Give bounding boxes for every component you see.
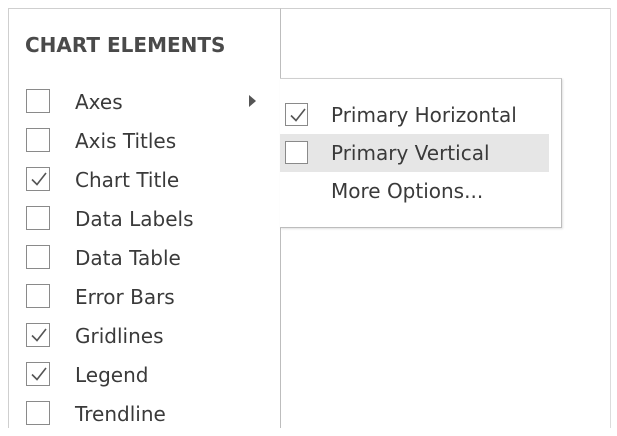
element-item-axis-titles[interactable]: Axis Titles xyxy=(9,121,281,160)
submenu-arrow-icon[interactable] xyxy=(249,94,256,107)
chart-elements-panel: CHART ELEMENTS Axes Axis Titles Chart Ti… xyxy=(8,8,281,428)
primary-horizontal-checkbox[interactable] xyxy=(285,103,308,126)
check-icon xyxy=(31,328,47,342)
element-item-chart-title[interactable]: Chart Title xyxy=(9,160,281,199)
axes-checkbox[interactable] xyxy=(26,88,50,113)
right-divider xyxy=(610,8,611,428)
element-item-legend[interactable]: Legend xyxy=(9,355,281,394)
element-item-data-table[interactable]: Data Table xyxy=(9,238,281,277)
element-item-error-bars[interactable]: Error Bars xyxy=(9,277,281,316)
element-item-label: Error Bars xyxy=(75,284,175,309)
top-divider xyxy=(281,8,610,9)
data-labels-checkbox[interactable] xyxy=(26,205,50,230)
chart-title-checkbox[interactable] xyxy=(26,166,50,191)
error-bars-checkbox[interactable] xyxy=(26,283,50,308)
element-item-axes[interactable]: Axes xyxy=(9,82,281,121)
panel-title: CHART ELEMENTS xyxy=(25,33,226,57)
element-item-label: Gridlines xyxy=(75,323,164,348)
element-item-label: Data Table xyxy=(75,245,181,270)
element-item-label: Axis Titles xyxy=(75,128,177,153)
primary-vertical-checkbox[interactable] xyxy=(285,141,308,164)
element-item-label: Trendline xyxy=(75,401,166,426)
element-item-gridlines[interactable]: Gridlines xyxy=(9,316,281,355)
element-item-trendline[interactable]: Trendline xyxy=(9,394,281,433)
check-icon xyxy=(31,172,47,186)
axis-titles-checkbox[interactable] xyxy=(26,127,50,152)
chart-elements-list: Axes Axis Titles Chart Title Data Labels… xyxy=(9,82,281,433)
trendline-checkbox[interactable] xyxy=(26,400,50,425)
submenu-item-more-options[interactable]: More Options... xyxy=(280,172,549,210)
submenu-item-label: More Options... xyxy=(331,179,484,203)
gridlines-checkbox[interactable] xyxy=(26,322,50,347)
submenu-item-label: Primary Horizontal xyxy=(331,103,517,127)
data-table-checkbox[interactable] xyxy=(26,244,50,269)
element-item-data-labels[interactable]: Data Labels xyxy=(9,199,281,238)
legend-checkbox[interactable] xyxy=(26,361,50,386)
axes-submenu: Primary Horizontal Primary Vertical More… xyxy=(280,78,562,228)
submenu-item-primary-vertical[interactable]: Primary Vertical xyxy=(280,134,549,172)
element-item-label: Data Labels xyxy=(75,206,194,231)
chart-elements-flyout: CHART ELEMENTS Axes Axis Titles Chart Ti… xyxy=(0,0,617,436)
check-icon xyxy=(31,367,47,381)
element-item-label: Legend xyxy=(75,362,149,387)
submenu-item-label: Primary Vertical xyxy=(331,141,490,165)
element-item-label: Axes xyxy=(75,89,123,114)
check-icon xyxy=(290,108,306,122)
element-item-label: Chart Title xyxy=(75,167,180,192)
submenu-item-primary-horizontal[interactable]: Primary Horizontal xyxy=(280,96,549,134)
